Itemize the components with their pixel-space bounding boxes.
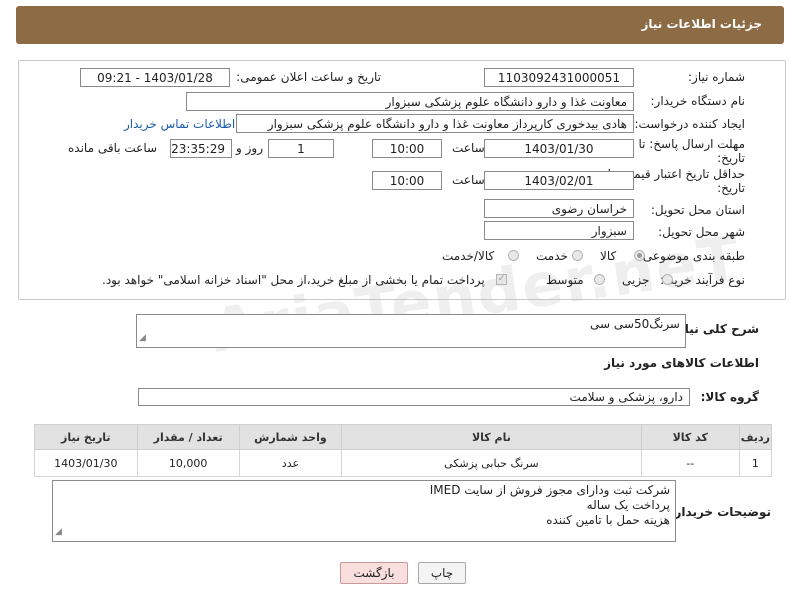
deadline-date-field: 1403/01/30 [484,139,634,158]
creator-label: ایجاد کننده درخواست: [634,117,745,131]
category-radio-goods-service[interactable] [508,250,519,261]
process-radio-minor[interactable] [662,274,673,285]
buyer-notes-label: توضیحات خریدار: [669,505,771,519]
creator-field: هادی بیدخوری کارپرداز معاونت غذا و دارو … [236,114,634,133]
treasury-payment-checkbox[interactable]: ✓ [496,274,507,285]
validity-time-field: 10:00 [372,171,442,190]
city-label: شهر محل تحویل: [658,225,745,239]
goods-section-title: اطلاعات کالاهای مورد نیاز [604,356,759,370]
province-field: خراسان رضوی [484,199,634,218]
buyer-contact-link[interactable]: اطلاعات تماس خریدار [124,117,235,131]
print-button[interactable]: چاپ [418,562,466,584]
page-header: جزئیات اطلاعات نیاز [16,6,784,44]
announce-date-field: 1403/01/28 - 09:21 [80,68,230,87]
resize-grip-icon: ◢ [139,333,146,343]
cell-qty: 10,000 [136,449,240,477]
goods-table: ردیف کد کالا نام کالا واحد شمارش تعداد /… [34,424,773,477]
col-unit: واحد شمارش [238,424,343,450]
cell-unit: عدد [238,449,343,477]
resize-grip-icon: ◢ [55,527,62,537]
buyer-note-line: شرکت ثبت ودارای مجوز فروش از سایت IMED [429,483,670,497]
process-option-medium: متوسط [546,273,584,287]
treasury-payment-note: پرداخت تمام یا بخشی از مبلغ خرید،از محل … [102,273,485,287]
category-option-goods-service: کالا/خدمت [442,249,495,263]
validity-time-label: ساعت [452,173,485,187]
process-radio-medium[interactable] [594,274,605,285]
process-option-minor: جزیی [622,273,650,287]
remaining-time-field: 23:35:29 [170,139,232,158]
cell-code: -- [640,449,740,477]
city-field: سبزوار [484,221,634,240]
col-code: کد کالا [640,424,740,450]
table-row: 1 -- سرنگ حبابی پزشکی عدد 10,000 1403/01… [34,449,773,477]
category-label: طبقه بندی موضوعی: [638,249,745,263]
goods-group-field: دارو، پزشکی و سلامت [138,388,690,406]
validity-date-field: 1403/02/01 [484,171,634,190]
buyer-note-line: هزینه حمل با تامین کننده [546,513,670,527]
deadline-time-field: 10:00 [372,139,442,158]
goods-group-label: گروه کالا: [700,390,759,404]
buyer-org-field: معاونت غذا و دارو دانشگاه علوم پزشکی سبز… [186,92,634,111]
buyer-org-label: نام دستگاه خریدار: [650,94,746,108]
category-option-goods: کالا [600,249,617,263]
summary-text: سرنگ50سی سی [590,317,680,331]
days-label: روز و [236,141,263,155]
summary-textarea: سرنگ50سی سی ◢ [136,314,686,348]
col-name: نام کالا [341,424,642,450]
back-button[interactable]: بازگشت [340,562,408,584]
deadline-date-label: تاریخ: [717,151,745,165]
validity-date-label: تاریخ: [717,181,745,195]
cell-name: سرنگ حبابی پزشکی [341,449,642,477]
col-row: ردیف [738,424,773,450]
need-number-field: 1103092431000051 [484,68,634,87]
deadline-time-label: ساعت [452,141,485,155]
days-remaining-field: 1 [268,139,334,158]
cell-date: 1403/01/30 [34,449,138,477]
cell-row: 1 [738,449,773,477]
category-option-service: خدمت [536,249,568,263]
goods-table-header: ردیف کد کالا نام کالا واحد شمارش تعداد /… [34,424,773,450]
deadline-label: مهلت ارسال پاسخ: تا [638,137,745,151]
category-radio-goods[interactable] [634,250,645,261]
col-qty: تعداد / مقدار [136,424,240,450]
col-date: تاریخ نیاز [34,424,138,450]
page-title: جزئیات اطلاعات نیاز [641,17,762,31]
category-radio-service[interactable] [572,250,583,261]
buyer-note-line: پرداخت یک ساله [586,498,670,512]
remaining-time-label: ساعت باقی مانده [68,141,158,155]
announce-date-label: تاریخ و ساعت اعلان عمومی: [236,70,381,84]
buyer-notes-textarea: شرکت ثبت ودارای مجوز فروش از سایت IMED پ… [52,480,676,542]
need-number-label: شماره نیاز: [688,70,745,84]
province-label: استان محل تحویل: [650,203,745,217]
